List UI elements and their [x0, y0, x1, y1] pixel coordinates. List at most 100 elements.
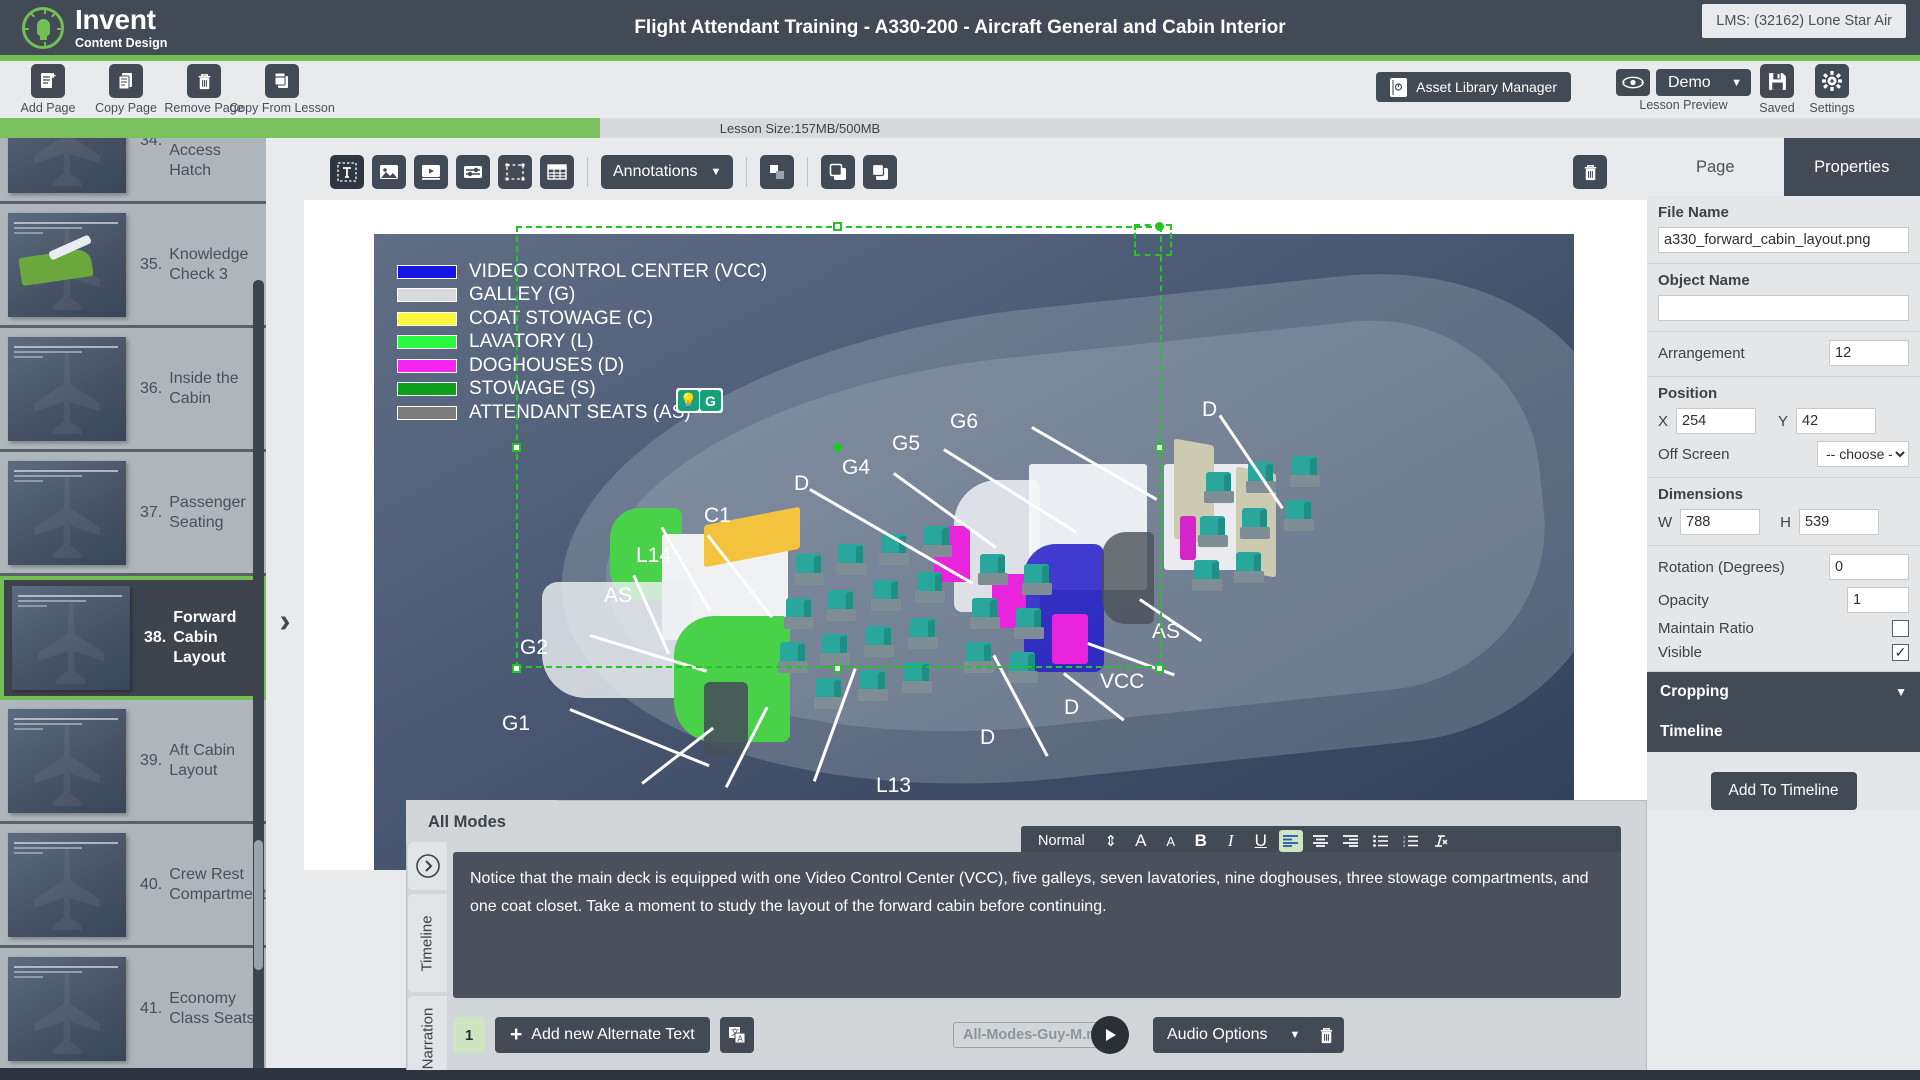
list-item[interactable]: 35. Knowledge Check 3 — [0, 204, 266, 328]
numbered-list-button[interactable]: 123 — [1399, 830, 1423, 852]
list-item[interactable]: 36. Inside the Cabin — [0, 328, 266, 452]
all-modes-tab[interactable]: All Modes — [406, 800, 586, 844]
sidebar-scrollbar[interactable] — [253, 280, 264, 1080]
audio-options-dropdown[interactable]: Audio Options ▼ — [1153, 1017, 1314, 1053]
page-list-sidebar[interactable]: 34. Accessing the Avionics Access Hatch … — [0, 138, 266, 1080]
lms-badge[interactable]: LMS: (32162) Lone Star Air — [1702, 4, 1906, 38]
sidebar-expand-button[interactable]: › — [266, 540, 304, 700]
opacity-input[interactable] — [1847, 587, 1909, 613]
sidebar-scrollbar-thumb[interactable] — [254, 840, 263, 970]
selection-handle-left[interactable] — [512, 443, 521, 452]
list-item[interactable]: 41. Economy Class Seats — [0, 948, 266, 1072]
tab-properties[interactable]: Properties — [1784, 138, 1920, 196]
timeline-tab-label: Timeline — [419, 915, 436, 971]
list-item-selected[interactable]: 38. Forward Cabin Layout — [0, 576, 266, 700]
rotation-input[interactable] — [1829, 554, 1909, 580]
list-item[interactable]: 37. Passenger Seating — [0, 452, 266, 576]
panel-tabs: Page Properties — [1647, 138, 1920, 196]
bullet-list-button[interactable] — [1369, 830, 1393, 852]
list-item[interactable]: 40. Crew Rest Compartment — [0, 824, 266, 948]
narration-text-editor[interactable]: Notice that the main deck is equipped wi… — [453, 852, 1621, 998]
cabin-seat — [1290, 456, 1320, 490]
font-size-icon[interactable]: A — [1129, 830, 1153, 852]
off-screen-label: Off Screen — [1658, 446, 1729, 463]
copy-page-icon — [109, 64, 143, 98]
visible-checkbox[interactable]: ✓ — [1892, 644, 1909, 661]
tab-page[interactable]: Page — [1647, 138, 1784, 196]
off-screen-select[interactable]: -- choose -- — [1817, 441, 1909, 467]
slider-tool-button[interactable] — [456, 155, 490, 189]
video-tool-button[interactable] — [414, 155, 448, 189]
underline-button[interactable]: U — [1249, 830, 1273, 852]
page-title-label: Forward Cabin Layout — [173, 608, 254, 668]
preview-eye-icon[interactable] — [1616, 69, 1650, 96]
list-item[interactable]: 39. Aft Cabin Layout — [0, 700, 266, 824]
delete-object-button[interactable] — [1573, 155, 1607, 189]
stepper-icon[interactable]: ⇕ — [1099, 830, 1123, 852]
cabin-seat — [1204, 472, 1234, 506]
text-tool-button[interactable] — [330, 155, 364, 189]
image-tool-button[interactable] — [372, 155, 406, 189]
maintain-ratio-label: Maintain Ratio — [1658, 620, 1754, 637]
select-area-tool-button[interactable] — [498, 155, 532, 189]
y-input[interactable] — [1796, 408, 1876, 434]
w-label: W — [1658, 514, 1672, 531]
app-logo[interactable]: Invent Content Design — [0, 6, 167, 50]
page-number: 41. — [140, 1000, 162, 1018]
align-left-button[interactable] — [1279, 830, 1303, 852]
arrangement-input[interactable] — [1829, 340, 1909, 366]
align-right-button[interactable] — [1339, 830, 1363, 852]
y-label: Y — [1778, 413, 1788, 430]
x-input[interactable] — [1676, 408, 1756, 434]
height-input[interactable] — [1799, 509, 1879, 535]
timeline-label: Timeline — [1660, 723, 1723, 740]
translate-button[interactable]: 文A — [720, 1017, 754, 1053]
width-input[interactable] — [1680, 509, 1760, 535]
selection-handle-top-center[interactable] — [833, 222, 842, 231]
annotations-label: Annotations — [613, 163, 698, 181]
tab-timeline[interactable]: Timeline — [408, 894, 447, 992]
selection-handle-right[interactable] — [1155, 443, 1164, 452]
panel-collapse-button[interactable] — [408, 842, 447, 890]
timeline-section-header: Timeline — [1647, 712, 1920, 752]
sub-selection-box[interactable] — [1134, 224, 1172, 256]
file-name-input[interactable] — [1658, 227, 1909, 253]
selection-handle-bottom-center[interactable] — [833, 664, 842, 673]
callout-label: D — [980, 726, 995, 750]
bring-to-front-button[interactable] — [821, 155, 855, 189]
text-style-dropdown[interactable]: Normal — [1030, 830, 1093, 852]
selection-handle-bottom-right[interactable] — [1155, 664, 1164, 673]
add-alternate-text-button[interactable]: + Add new Alternate Text — [495, 1017, 710, 1053]
svg-text:3: 3 — [1403, 843, 1406, 847]
align-center-button[interactable] — [1309, 830, 1333, 852]
play-audio-button[interactable] — [1091, 1016, 1129, 1054]
selection-handle-center[interactable] — [833, 443, 842, 452]
logo-title: Invent — [75, 6, 167, 34]
settings-button[interactable]: Settings — [1784, 64, 1880, 115]
add-to-timeline-button[interactable]: Add To Timeline — [1711, 772, 1857, 810]
bold-button[interactable]: B — [1189, 830, 1213, 852]
list-item[interactable]: 34. Accessing the Avionics Access Hatch — [0, 138, 266, 204]
tab-narration[interactable]: Narration — [408, 996, 447, 1080]
italic-button[interactable]: I — [1219, 830, 1243, 852]
toolbar-divider — [587, 157, 588, 187]
canvas-area[interactable]: VIDEO CONTROL CENTER (VCC) GALLEY (G) CO… — [304, 200, 1647, 870]
alt-text-number[interactable]: 1 — [453, 1017, 485, 1053]
cabin-seat — [1234, 552, 1264, 586]
annotations-dropdown[interactable]: Annotations ▼ — [601, 155, 733, 189]
copy-from-lesson-button[interactable]: Copy From Lesson — [222, 64, 342, 115]
delete-audio-button[interactable] — [1308, 1017, 1344, 1053]
group-objects-button[interactable] — [760, 155, 794, 189]
maintain-ratio-checkbox[interactable] — [1892, 620, 1909, 637]
cropping-section-header[interactable]: Cropping ▼ — [1647, 672, 1920, 712]
asset-library-manager-button[interactable]: Asset Library Manager — [1376, 72, 1571, 102]
object-name-row: Object Name — [1647, 264, 1920, 332]
font-color-icon[interactable]: A — [1159, 830, 1183, 852]
table-tool-button[interactable] — [540, 155, 574, 189]
send-to-back-button[interactable] — [863, 155, 897, 189]
object-name-input[interactable] — [1658, 295, 1909, 321]
clear-format-button[interactable] — [1429, 830, 1453, 852]
stowage-dark — [704, 682, 748, 756]
selection-handle-bottom-left[interactable] — [512, 664, 521, 673]
arrangement-label: Arrangement — [1658, 345, 1745, 362]
